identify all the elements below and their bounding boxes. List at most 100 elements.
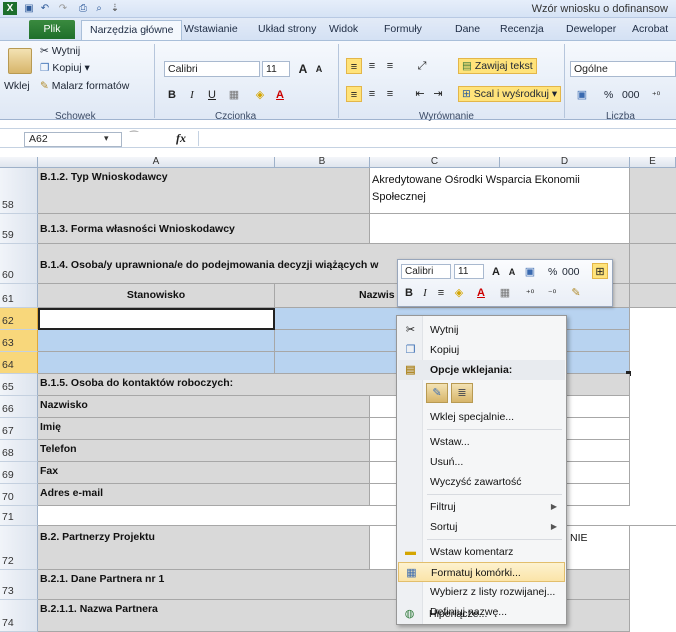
column-header-e[interactable]: E xyxy=(630,157,676,168)
percent-button[interactable]: % xyxy=(604,89,613,101)
selected-cell-a64[interactable] xyxy=(38,352,275,374)
menu-item-insert[interactable]: Wstaw... xyxy=(398,432,565,452)
paste-values-icon[interactable]: ≣ xyxy=(451,383,473,403)
menu-item-paste-special[interactable]: Wklej specjalnie... xyxy=(398,407,565,427)
active-cell-a62[interactable] xyxy=(38,308,275,330)
grow-font-icon[interactable]: A xyxy=(295,61,311,77)
row-header[interactable]: 61 xyxy=(0,284,38,308)
font-size-combo[interactable]: 11 xyxy=(262,61,290,77)
mini-decrease-decimal-icon[interactable]: ⁻⁰ xyxy=(544,285,560,301)
mini-align-center-icon[interactable]: ≡ xyxy=(433,285,449,301)
tab-formulas[interactable]: Formuły xyxy=(384,20,422,40)
cell-e58[interactable] xyxy=(630,168,676,214)
row-header[interactable]: 73 xyxy=(0,570,38,600)
formula-input[interactable] xyxy=(198,131,676,146)
tab-home[interactable]: Narzędzia główne xyxy=(81,20,183,40)
currency-icon[interactable]: ▣ xyxy=(574,87,590,103)
row-header[interactable]: 74 xyxy=(0,600,38,632)
number-format-combo[interactable]: Ogólne xyxy=(570,61,676,77)
align-middle-icon[interactable]: ≡ xyxy=(364,58,380,74)
cell-a69[interactable]: Fax xyxy=(38,462,370,484)
font-color-icon[interactable]: A xyxy=(272,87,288,103)
row-header[interactable]: 67 xyxy=(0,418,38,440)
align-bottom-icon[interactable]: ≡ xyxy=(382,58,398,74)
cell-a61[interactable]: Stanowisko xyxy=(38,284,275,308)
customize-qat-icon[interactable]: ⇣ xyxy=(108,2,122,15)
row-header[interactable]: 58 xyxy=(0,168,38,214)
menu-item-pick-from-list[interactable]: Wybierz z listy rozwijanej... xyxy=(398,582,565,602)
mini-shrink-font-icon[interactable]: A xyxy=(504,264,520,280)
row-header[interactable]: 72 xyxy=(0,526,38,570)
tab-developer[interactable]: Deweloper xyxy=(566,20,616,40)
menu-item-copy[interactable]: ❐ Kopiuj xyxy=(398,340,565,360)
fill-color-icon[interactable]: ◈ xyxy=(252,87,268,103)
cell-a58[interactable]: B.1.2. Typ Wnioskodawcy xyxy=(38,168,370,214)
mini-percent-button[interactable]: % xyxy=(548,266,557,278)
row-71-blank[interactable] xyxy=(38,506,676,526)
wrap-text-button[interactable]: ▤ Zawijaj tekst xyxy=(458,58,537,74)
align-right-icon[interactable]: ≡ xyxy=(382,86,398,102)
cell-a70[interactable]: Adres e-mail xyxy=(38,484,370,506)
tab-file[interactable]: Plik xyxy=(29,20,75,39)
redo-icon[interactable]: ↷ xyxy=(56,2,70,15)
cell-e60[interactable] xyxy=(630,244,676,284)
row-header[interactable]: 65 xyxy=(0,374,38,396)
insert-function-button[interactable]: fx xyxy=(176,131,186,146)
mini-currency-icon[interactable]: ▣ xyxy=(522,264,538,280)
cell-c58[interactable]: Akredytowane Ośrodki Wsparcia Ekonomii Sp… xyxy=(370,168,630,214)
cut-button[interactable]: ✂ Wytnij xyxy=(40,45,80,57)
row-header[interactable]: 70 xyxy=(0,484,38,506)
row-header[interactable]: 69 xyxy=(0,462,38,484)
undo-icon[interactable]: ↶ xyxy=(38,2,52,15)
row-header[interactable]: 71 xyxy=(0,506,38,526)
cell-a66[interactable]: Nazwisko xyxy=(38,396,370,418)
decrease-indent-icon[interactable]: ⇤ xyxy=(412,86,428,102)
column-header-a[interactable]: A xyxy=(38,157,275,168)
row-header[interactable]: 68 xyxy=(0,440,38,462)
mini-italic-icon[interactable]: I xyxy=(417,285,433,301)
cell-e61[interactable] xyxy=(630,284,676,308)
menu-item-delete[interactable]: Usuń... xyxy=(398,452,565,472)
orientation-icon[interactable]: ⤢ xyxy=(414,58,430,74)
menu-item-insert-comment[interactable]: ▬ Wstaw komentarz xyxy=(398,542,565,562)
cell-a72[interactable]: B.2. Partnerzy Projektu xyxy=(38,526,370,570)
column-header-c[interactable]: C xyxy=(370,157,500,168)
paste-option-icon[interactable]: ✎ xyxy=(426,383,448,403)
tab-view[interactable]: Widok xyxy=(329,20,358,40)
format-painter-button[interactable]: ✎ Malarz formatów xyxy=(40,80,129,92)
borders-icon[interactable]: ▦ xyxy=(226,87,242,103)
italic-icon[interactable]: I xyxy=(184,87,200,103)
cell-a67[interactable]: Imię xyxy=(38,418,370,440)
align-center-icon[interactable]: ≡ xyxy=(364,86,380,102)
menu-item-format-cells[interactable]: ▦ Formatuj komórki... xyxy=(398,562,565,582)
menu-item-hyperlink[interactable]: ◍ Hiperłącze... xyxy=(397,604,564,624)
cell-a59[interactable]: B.1.3. Forma własności Wnioskodawcy xyxy=(38,214,370,244)
row-header[interactable]: 63 xyxy=(0,330,38,352)
select-all-corner[interactable] xyxy=(0,157,38,168)
increase-indent-icon[interactable]: ⇥ xyxy=(430,86,446,102)
mini-increase-decimal-icon[interactable]: ⁺⁰ xyxy=(522,285,538,301)
mini-merge-icon[interactable]: ⊞ xyxy=(592,263,608,279)
print-icon[interactable]: ⎙ xyxy=(76,2,90,15)
cell-a68[interactable]: Telefon xyxy=(38,440,370,462)
save-icon[interactable]: ▣ xyxy=(22,2,36,15)
name-box-dropdown-icon[interactable]: ▾ xyxy=(104,133,109,144)
mini-bold-icon[interactable]: B xyxy=(401,285,417,301)
tab-insert[interactable]: Wstawianie xyxy=(184,20,238,40)
mini-fill-color-icon[interactable]: ◈ xyxy=(451,285,467,301)
mini-font-combo[interactable]: Calibri xyxy=(401,264,451,279)
mini-size-combo[interactable]: 11 xyxy=(454,264,484,279)
increase-decimal-icon[interactable]: ⁺⁰ xyxy=(648,87,664,103)
tab-acrobat[interactable]: Acrobat xyxy=(632,20,668,40)
thousands-button[interactable]: 000 xyxy=(622,89,640,101)
menu-item-cut[interactable]: ✂ Wytnij xyxy=(398,320,565,340)
tab-data[interactable]: Dane xyxy=(455,20,480,40)
menu-item-filter[interactable]: Filtruj ▶ xyxy=(398,497,565,517)
selected-cell-a63[interactable] xyxy=(38,330,275,352)
menu-item-sort[interactable]: Sortuj ▶ xyxy=(398,517,565,537)
merge-center-button[interactable]: ⊞ Scal i wyśrodkuj ▾ xyxy=(458,86,562,102)
cell-e59[interactable] xyxy=(630,214,676,244)
row-header[interactable]: 62 xyxy=(0,308,38,330)
mini-thousands-button[interactable]: 000 xyxy=(562,266,580,278)
row-header[interactable]: 60 xyxy=(0,244,38,284)
